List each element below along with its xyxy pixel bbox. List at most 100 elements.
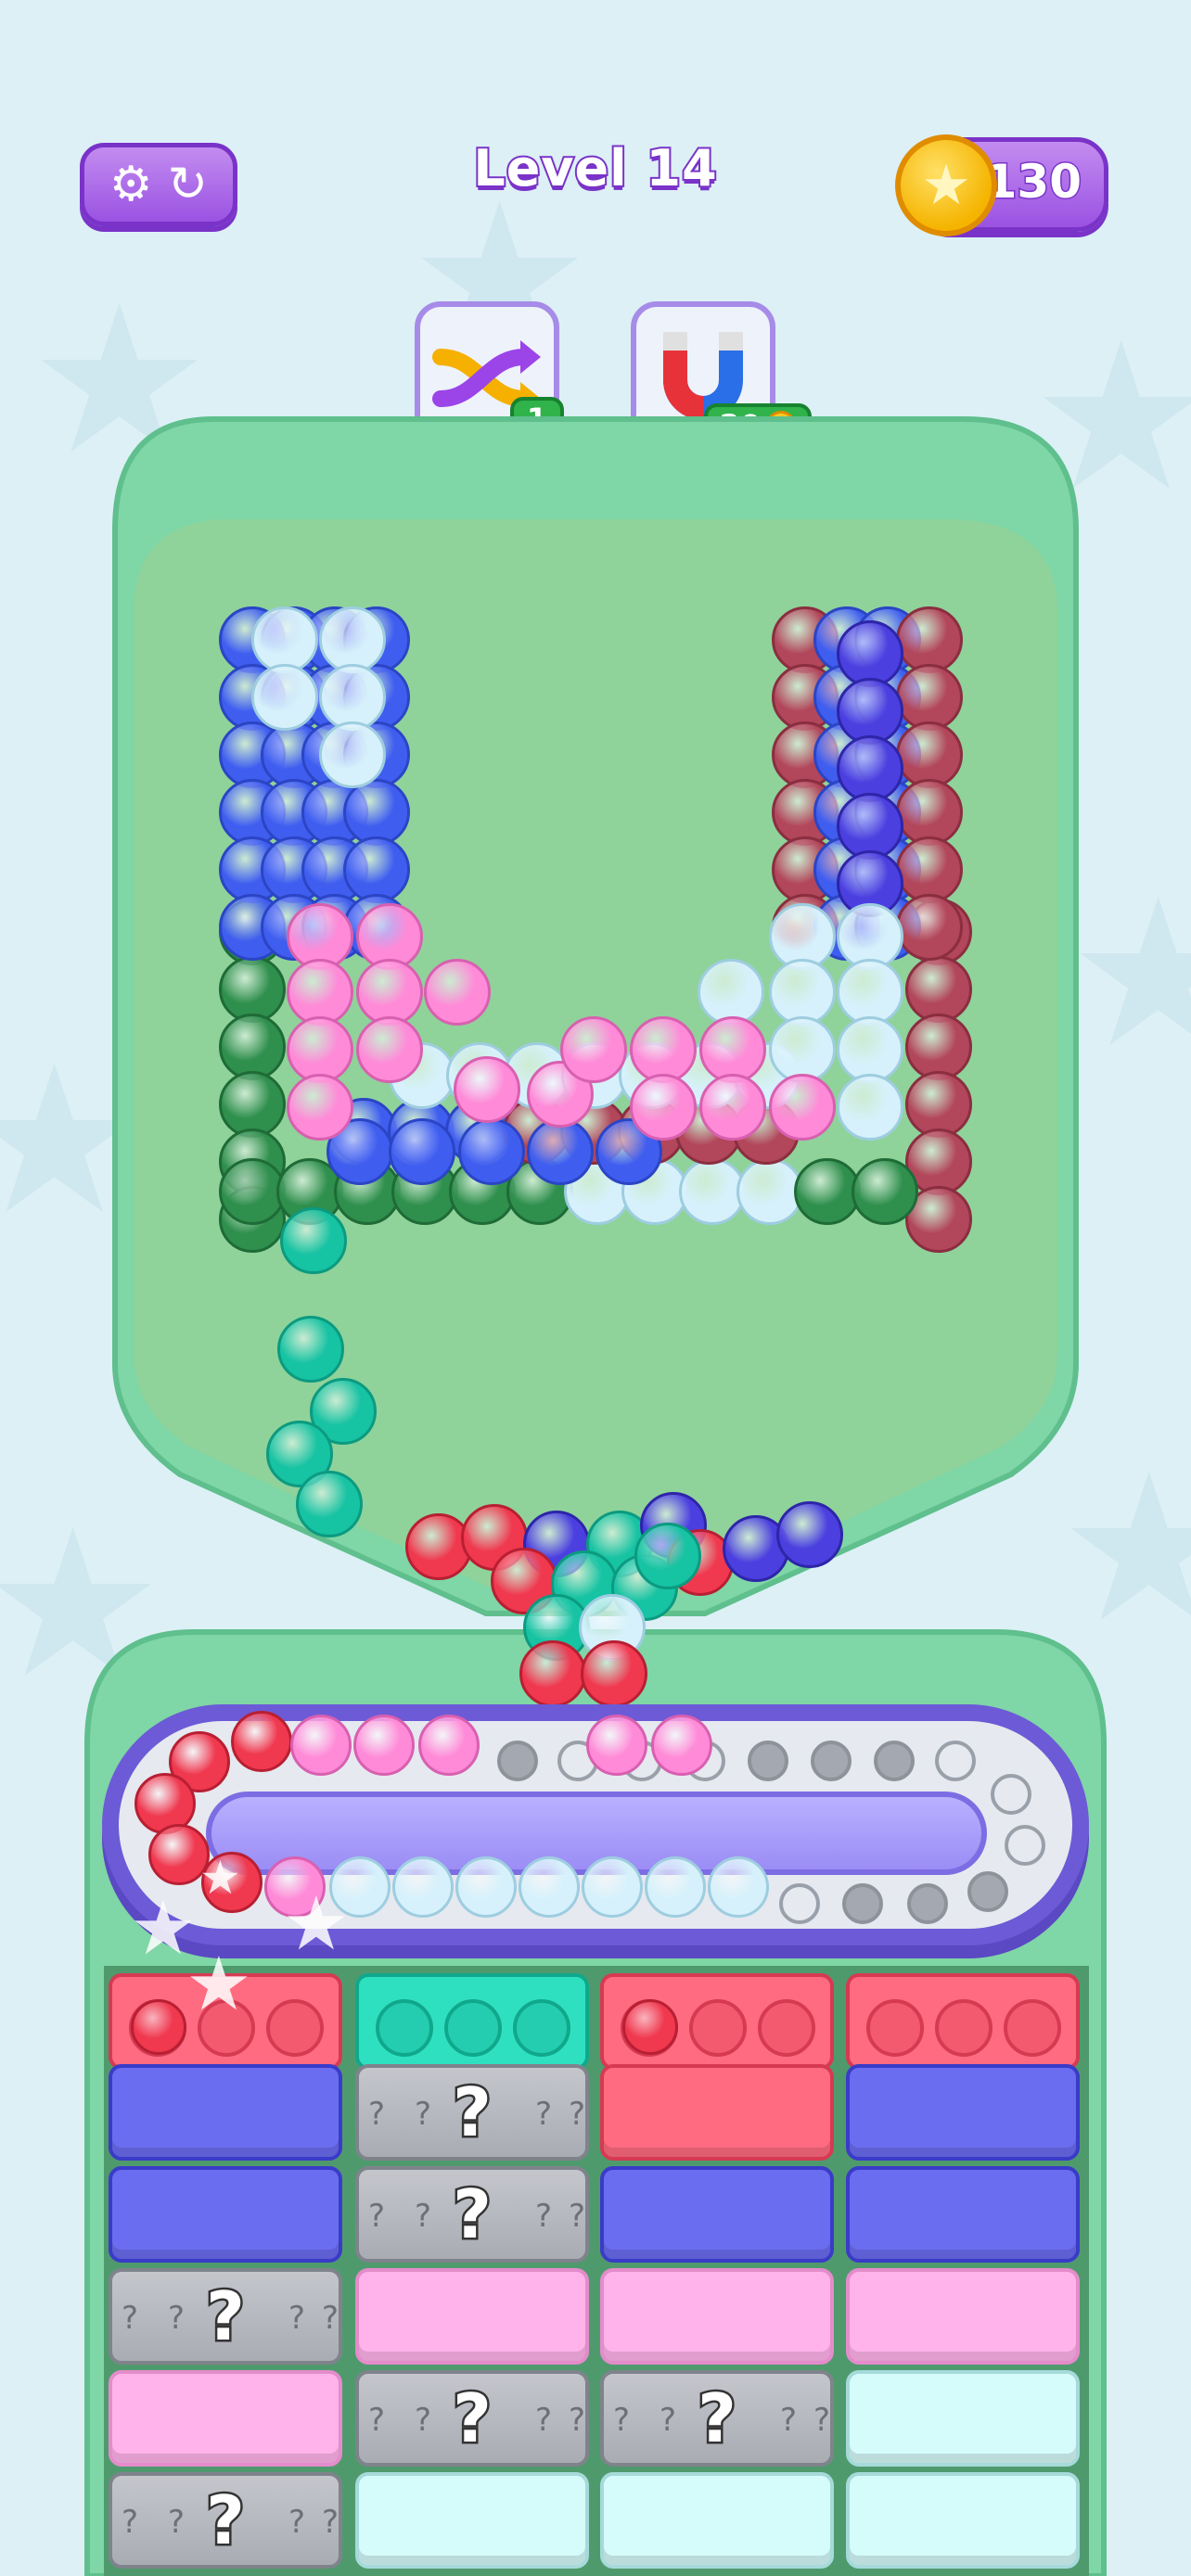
question-mark-icon: ? [535,2198,553,2235]
question-mark-icon: ? [368,2096,386,2133]
ball-pink [424,959,491,1026]
conveyor-ball [582,1856,643,1918]
ball-lightblue [837,1074,903,1141]
conveyor-slot [967,1871,1008,1912]
ball-lightblue [319,721,386,788]
question-mark-icon: ? [168,2504,186,2541]
ball-lightblue [251,664,318,731]
conveyor-slot [874,1741,915,1781]
collector-hole [376,1999,433,2057]
ball-darkgreen [852,1158,918,1225]
question-mark-icon: ? [415,2096,432,2133]
ball-blue [389,1118,455,1185]
question-mark-icon: ? [415,2198,432,2235]
conveyor-ball [645,1856,706,1918]
conveyor-ball [231,1711,292,1772]
blue-tile[interactable] [846,2064,1080,2161]
conveyor-slot [991,1774,1031,1815]
ball-red [581,1640,647,1707]
question-mark-icon: ? [569,2096,586,2133]
ball-royal [776,1501,843,1568]
red-collector-tile[interactable] [600,1973,834,2070]
question-mark-icon: ? [368,2402,386,2439]
conveyor-ball [290,1715,352,1776]
blue-tile[interactable] [846,2166,1080,2263]
question-mark-icon: ? [813,2402,831,2439]
collected-ball [131,1999,186,2055]
lightblue-tile[interactable] [846,2370,1080,2467]
red-collector-tile[interactable] [846,1973,1080,2070]
lightblue-tile[interactable] [600,2472,834,2569]
sparkle-star: ★ [199,1851,241,1905]
collector-hole [935,1999,992,2057]
question-mark-icon: ? [322,2504,339,2541]
mystery-tile[interactable]: ????? [109,2472,342,2569]
ball-blue [527,1118,594,1185]
conveyor-ball [353,1715,415,1776]
ball-pink [630,1074,697,1141]
collector-hole [444,1999,502,2057]
conveyor-slot [907,1883,948,1924]
mystery-tile[interactable]: ????? [355,2370,589,2467]
ball-pink [560,1016,627,1083]
conveyor-slot [811,1741,852,1781]
question-mark-icon: ? [288,2504,306,2541]
mystery-tile[interactable]: ????? [109,2268,342,2365]
conveyor-ball [586,1715,647,1776]
red-tile[interactable] [600,2064,834,2161]
conveyor-slot [779,1883,820,1924]
question-mark-icon: ? [168,2300,186,2337]
question-mark-icon: ? [569,2198,586,2235]
question-mark-icon: ? [288,2300,306,2337]
ball-pink [287,1074,353,1141]
collector-hole [866,1999,924,2057]
ball-maroon [895,894,963,961]
question-mark-icon: ? [780,2402,798,2439]
question-mark-icon: ? [569,2402,586,2439]
question-mark-icon: ? [122,2504,139,2541]
blue-tile[interactable] [600,2166,834,2263]
sparkle-star: ★ [283,1881,350,1967]
ball-teal [280,1207,347,1274]
mystery-tile[interactable]: ????? [355,2166,589,2263]
teal-collector-tile[interactable] [355,1973,589,2070]
ball-teal [296,1471,363,1537]
pink-tile[interactable] [109,2370,342,2467]
collected-ball [622,1999,678,2055]
collector-hole [758,1999,815,2057]
question-mark-icon: ? [535,2096,553,2133]
ball-pink [356,1016,423,1083]
collector-hole [689,1999,747,2057]
pink-tile[interactable] [600,2268,834,2365]
sparkle-star: ★ [186,1941,252,2027]
lightblue-tile[interactable] [846,2472,1080,2569]
collector-hole [1004,1999,1061,2057]
collector-hole [266,1999,324,2057]
ball-pink [699,1074,766,1141]
blue-tile[interactable] [109,2166,342,2263]
collector-hole [513,1999,570,2057]
conveyor-slot [497,1741,538,1781]
ball-red [519,1640,586,1707]
conveyor-slot [1005,1825,1045,1866]
pink-tile[interactable] [846,2268,1080,2365]
conveyor-ball [708,1856,769,1918]
mystery-tile[interactable]: ????? [355,2064,589,2161]
conveyor-ball [418,1715,480,1776]
conveyor-slot [935,1741,976,1781]
conveyor-ball [455,1856,517,1918]
blue-tile[interactable] [109,2064,342,2161]
conveyor-ball [392,1856,454,1918]
question-mark-icon: ? [368,2198,386,2235]
conveyor-slot [748,1741,788,1781]
pink-tile[interactable] [355,2268,589,2365]
lightblue-tile[interactable] [355,2472,589,2569]
ball-pink [454,1056,520,1123]
question-mark-icon: ? [660,2402,677,2439]
question-mark-icon: ? [535,2402,553,2439]
mystery-tile[interactable]: ????? [600,2370,834,2467]
question-mark-icon: ? [415,2402,432,2439]
ball-pink [769,1074,836,1141]
ball-blue [458,1118,525,1185]
question-mark-icon: ? [122,2300,139,2337]
